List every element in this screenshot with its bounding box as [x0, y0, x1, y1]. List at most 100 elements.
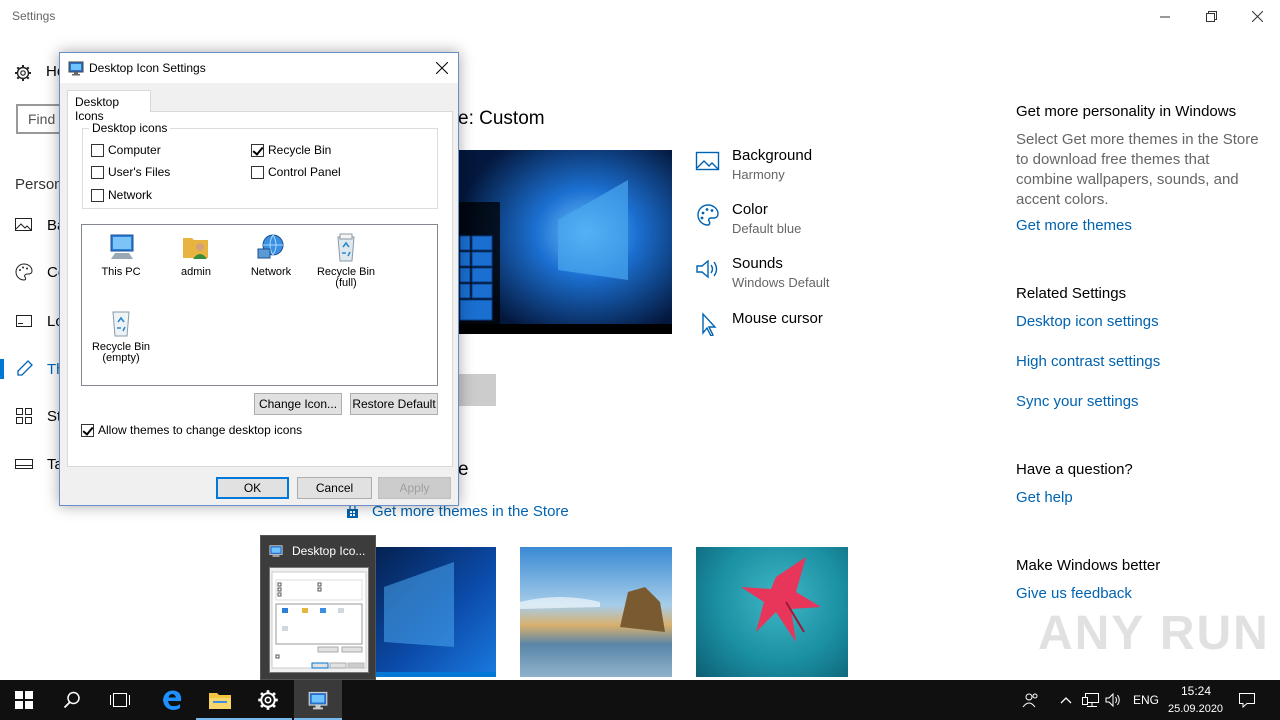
edge-icon — [163, 690, 182, 710]
nav-home[interactable] — [14, 64, 32, 82]
checkbox-label: User's Files — [108, 165, 171, 179]
gear-icon — [258, 690, 278, 710]
property-value: Default blue — [732, 221, 802, 236]
people-glyph — [1022, 693, 1038, 708]
gear-icon — [15, 65, 31, 81]
selected-indicator — [0, 359, 4, 379]
restore-default-button[interactable]: Restore Default — [350, 393, 438, 415]
cancel-button[interactable]: Cancel — [297, 477, 372, 499]
lock-screen-icon — [16, 315, 32, 327]
checkbox-box[interactable] — [91, 143, 104, 157]
checkbox-computer[interactable]: Computer — [91, 143, 161, 157]
checkbox-recycle-bin[interactable]: Recycle Bin — [251, 143, 331, 157]
search-button[interactable] — [48, 680, 96, 720]
volume-icon[interactable] — [1104, 690, 1124, 710]
dialog-close-button[interactable] — [428, 55, 456, 81]
folder-icon — [209, 693, 231, 709]
allow-themes-checkbox[interactable]: Allow themes to change desktop icons — [81, 423, 302, 437]
desktop-icon-settings-taskbar-button[interactable] — [294, 680, 342, 720]
get-more-themes-link[interactable]: Get more themes — [1016, 217, 1132, 234]
close-icon — [436, 62, 448, 74]
icon-label: Recycle Bin (empty) — [91, 341, 151, 364]
icon-list[interactable]: This PC admin Network Recycle Bin (full)… — [81, 224, 438, 386]
checkbox-label: Computer — [108, 143, 161, 157]
personality-text: Select Get more themes in the Store to d… — [1016, 131, 1259, 208]
action-center-icon[interactable] — [1237, 690, 1257, 710]
personality-section: Get more personality in Windows — [1016, 103, 1236, 120]
list-item[interactable]: Network — [232, 231, 310, 278]
high-contrast-settings-link[interactable]: High contrast settings — [1016, 353, 1160, 370]
checkbox-label: Control Panel — [268, 165, 341, 179]
close-button[interactable] — [1234, 0, 1280, 32]
desktop-icon-settings-link[interactable]: Desktop icon settings — [1016, 313, 1159, 330]
start-button[interactable] — [0, 680, 48, 720]
desktop-icon-settings-dialog: Desktop Icon Settings Desktop Icons Desk… — [59, 52, 459, 506]
desktop-settings-icon — [269, 545, 283, 557]
search-placeholder: Find — [28, 111, 56, 127]
list-item[interactable]: admin — [157, 231, 235, 278]
language-indicator[interactable]: ENG — [1133, 693, 1159, 707]
close-icon — [1251, 10, 1263, 22]
list-item[interactable]: This PC — [82, 231, 160, 278]
file-explorer-button[interactable] — [196, 680, 244, 720]
list-item[interactable]: Recycle Bin (empty) — [82, 306, 160, 364]
checkbox-box[interactable] — [251, 165, 264, 179]
icon-label: admin — [181, 266, 211, 278]
checkbox-box-checked[interactable] — [81, 423, 94, 437]
dialog-thumbnail-image — [271, 571, 367, 669]
sync-settings-link[interactable]: Sync your settings — [1016, 393, 1139, 410]
checkbox-network[interactable]: Network — [91, 188, 152, 202]
group-label: Desktop icons — [89, 121, 171, 135]
user-folder-icon — [183, 238, 208, 259]
desktop-icons-group: Desktop icons Computer User's Files Netw… — [82, 121, 438, 209]
minimize-icon — [1159, 16, 1170, 17]
dialog-title-bar: Desktop Icon Settings — [60, 53, 458, 83]
start-icon — [16, 408, 32, 424]
save-theme-button[interactable] — [458, 374, 496, 406]
network-icon[interactable] — [1081, 690, 1101, 710]
theme-thumbnail[interactable] — [520, 547, 672, 677]
checkbox-label: Allow themes to change desktop icons — [98, 423, 303, 437]
title-bar: Settings — [0, 0, 1280, 32]
clock-date[interactable]: 25.09.2020 — [1168, 703, 1223, 715]
people-icon[interactable] — [1021, 690, 1041, 710]
checkbox-users-files[interactable]: User's Files — [91, 165, 170, 179]
notification-glyph — [1239, 693, 1255, 708]
search-icon — [63, 691, 80, 709]
theme-preview — [458, 150, 672, 334]
restore-button[interactable] — [1188, 0, 1234, 32]
get-help-link[interactable]: Get help — [1016, 489, 1073, 506]
settings-taskbar-button[interactable] — [244, 680, 292, 720]
list-item[interactable]: Recycle Bin (full) — [307, 231, 385, 289]
task-view-button[interactable] — [96, 680, 144, 720]
desktop-settings-icon — [308, 691, 328, 710]
desktop-settings-icon — [68, 61, 84, 76]
checkbox-label: Network — [108, 188, 153, 202]
change-icon-button[interactable]: Change Icon... — [254, 393, 342, 415]
property-title: Mouse cursor — [732, 310, 823, 327]
ok-button[interactable]: OK — [216, 477, 289, 499]
icon-label: This PC — [101, 266, 141, 278]
nav-section-title: Person — [15, 176, 63, 193]
palette-icon — [15, 263, 33, 281]
app-title: Settings — [12, 9, 56, 23]
cursor-icon — [702, 312, 717, 336]
checkbox-box-checked[interactable] — [251, 143, 264, 157]
property-value: Windows Default — [732, 275, 830, 290]
edge-button[interactable] — [148, 680, 196, 720]
clock-time[interactable]: 15:24 — [1181, 684, 1211, 698]
speaker-icon — [696, 259, 718, 279]
preview-thumbnail — [269, 567, 369, 673]
checkbox-box[interactable] — [91, 165, 104, 179]
speaker-glyph — [1105, 692, 1120, 708]
checkbox-box[interactable] — [91, 188, 104, 202]
chevron-up-icon[interactable] — [1056, 690, 1076, 710]
tab-desktop-icons[interactable]: Desktop Icons — [67, 90, 151, 123]
minimize-button[interactable] — [1142, 0, 1188, 32]
preview-title: Desktop Ico... — [292, 544, 366, 558]
theme-thumbnail[interactable] — [696, 547, 848, 677]
feedback-link[interactable]: Give us feedback — [1016, 585, 1132, 602]
checkbox-control-panel[interactable]: Control Panel — [251, 165, 341, 179]
apply-button[interactable]: Apply — [378, 477, 451, 499]
taskbar-window-preview[interactable]: Desktop Ico... — [260, 535, 376, 680]
